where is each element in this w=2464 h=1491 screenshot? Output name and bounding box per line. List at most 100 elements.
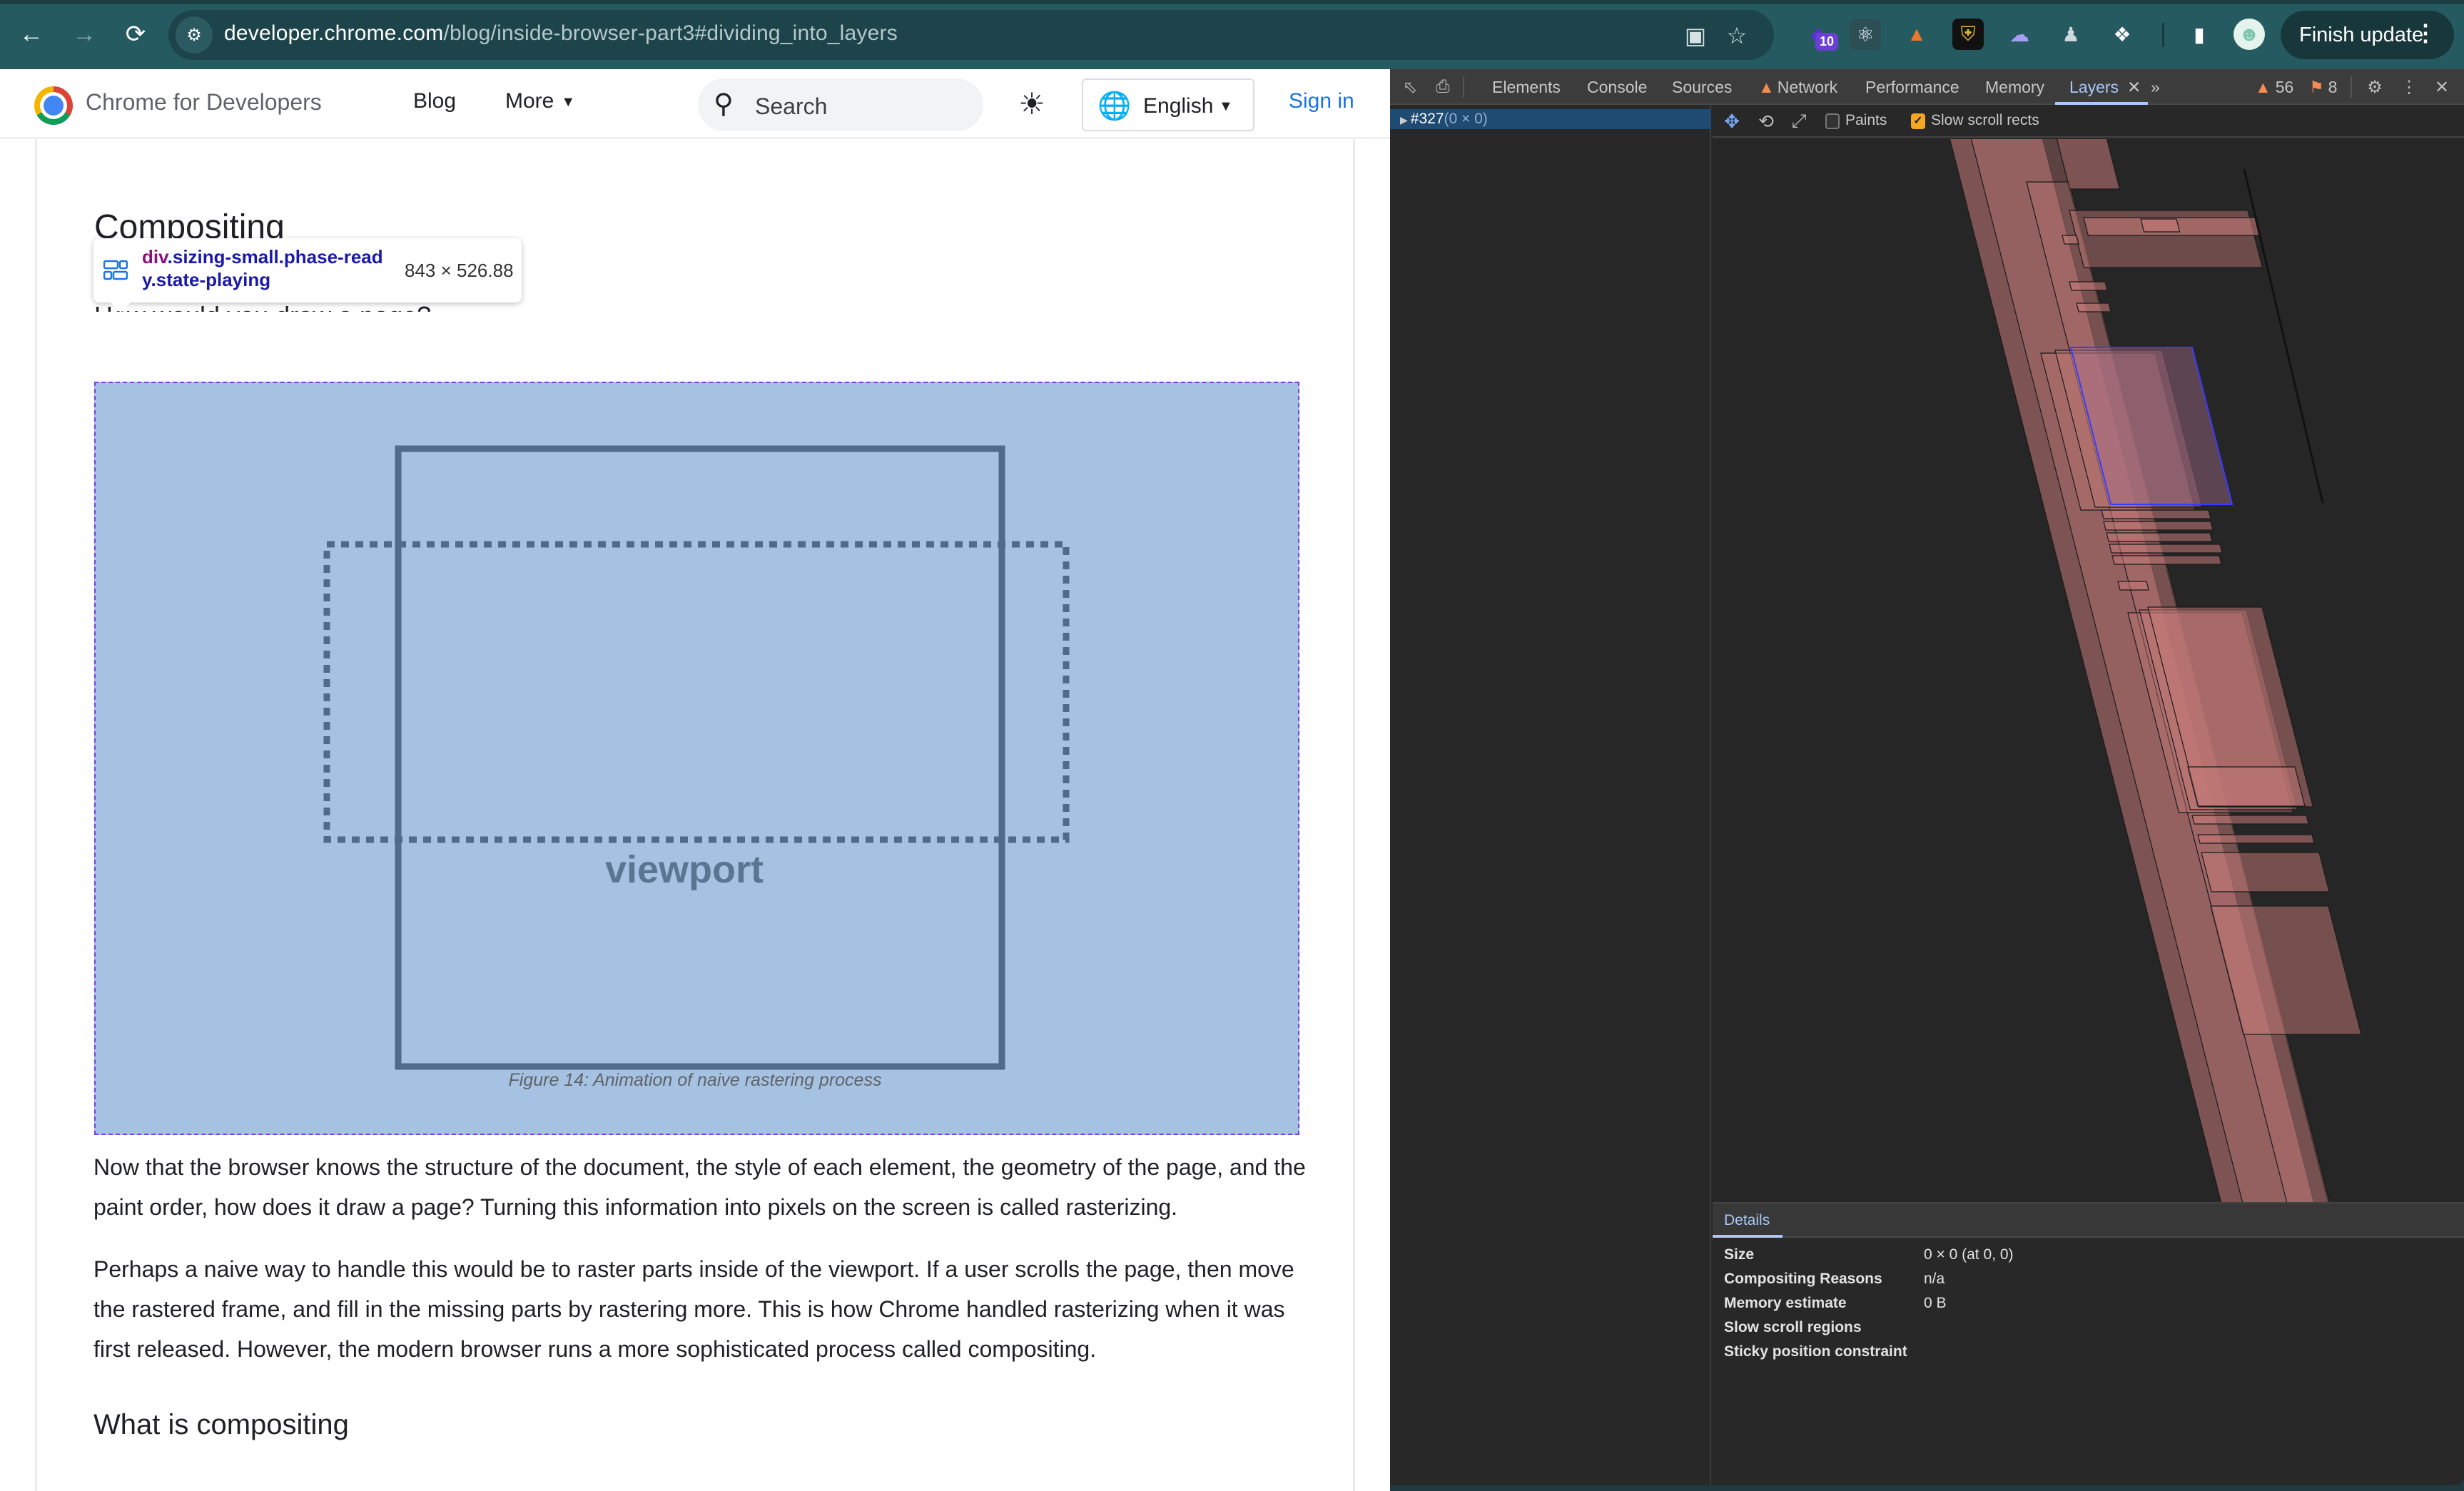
detail-value: n/a <box>1924 1271 1945 1287</box>
figure-diagram: viewport <box>323 445 1070 1070</box>
inspect-element-button[interactable]: ⬁ <box>1397 75 1423 99</box>
settings-button[interactable]: ⚙ <box>2362 75 2388 99</box>
rotate-mode-button[interactable]: ⟲ <box>1754 109 1778 133</box>
extension-badge: 10 <box>1815 33 1839 51</box>
more-tabs-button[interactable]: » <box>2151 78 2160 97</box>
fox-icon: ▲ <box>1907 23 1927 45</box>
address-bar[interactable]: ⚙ developer.chrome.com/blog/inside-brows… <box>168 10 1774 60</box>
search-input[interactable]: ⚲ Search <box>698 78 983 131</box>
tab-details[interactable]: Details <box>1724 1212 1770 1229</box>
tab-elements[interactable]: Elements <box>1492 78 1561 97</box>
side-panel-button[interactable]: ▮ <box>2184 19 2215 50</box>
reset-transform-button[interactable]: ⤢ <box>1787 109 1811 133</box>
tab-strip-edge <box>0 0 2464 4</box>
pan-mode-button[interactable]: ✥ <box>1720 109 1744 133</box>
slow-scroll-rects-checkbox[interactable]: ✓ <box>1911 113 1925 129</box>
tune-icon: ⚙ <box>186 25 202 45</box>
finish-update-button[interactable]: Finish update ⋮ <box>2281 11 2454 59</box>
layer-text-row[interactable] <box>2197 834 2315 844</box>
extension-1-button[interactable]: ◆ 10 <box>1803 19 1839 51</box>
avatar-icon: ☻ <box>2239 23 2260 45</box>
warnings-counter[interactable]: ▲ 56 <box>2255 78 2293 97</box>
layer-scrollbar <box>2243 168 2324 504</box>
nav-more-dropdown[interactable]: More ▼ <box>505 89 575 113</box>
viewport-label: viewport <box>605 848 764 891</box>
globe-icon: 🌐 <box>1097 91 1132 121</box>
layer-small[interactable] <box>2117 581 2149 591</box>
chrome-logo-icon[interactable] <box>34 86 73 125</box>
lion-shield-icon: ⛨ <box>1960 22 1976 45</box>
tooltip-classes: .sizing-small.phase-ready.state-playing <box>142 246 383 290</box>
layers-3d-canvas[interactable] <box>1713 139 2464 1271</box>
bookmark-button[interactable]: ☆ <box>1721 20 1753 51</box>
browser-toolbar: ← → ⟳ ⚙ developer.chrome.com/blog/inside… <box>0 0 2464 69</box>
metamask-button[interactable]: ▲ <box>1901 19 1932 50</box>
tab-network[interactable]: ▲ Network <box>1758 78 1837 97</box>
language-select[interactable]: 🌐 English ▼ <box>1082 78 1254 131</box>
install-app-icon: ▣ <box>1684 23 1707 49</box>
paints-checkbox[interactable] <box>1825 113 1840 129</box>
sun-icon: ☀ <box>1018 86 1045 121</box>
warning-icon: ▲ <box>1758 78 1775 96</box>
close-tab-icon[interactable]: ✕ <box>2127 78 2141 96</box>
layout-grid-icon <box>103 260 128 280</box>
issues-counter[interactable]: ⚑ 8 <box>2309 78 2337 97</box>
layer-nav-item[interactable] <box>2140 218 2181 233</box>
extension-lion-button[interactable]: ⛨ <box>1952 19 1984 50</box>
tab-layers[interactable]: Layers ✕ <box>2069 78 2141 97</box>
install-app-button[interactable]: ▣ <box>1680 20 1711 51</box>
astronaut-icon: ♟ <box>2062 23 2080 46</box>
site-info-button[interactable]: ⚙ <box>176 16 213 54</box>
kebab-menu-icon[interactable]: ⋮ <box>2414 19 2437 46</box>
layer-small[interactable] <box>2062 235 2079 245</box>
device-toolbar-button[interactable]: ⎙ <box>1430 75 1456 99</box>
react-devtools-button[interactable]: ⚛ <box>1850 19 1881 50</box>
url-text[interactable]: developer.chrome.com/blog/inside-browser… <box>224 21 898 46</box>
layer-tree-row-selected[interactable]: ▶ #327(0 × 0) <box>1390 109 1711 129</box>
devtools-panel: ⬁ ⎙ Elements Console Sources ▲ Network Pe… <box>1390 69 2464 1485</box>
site-brand[interactable]: Chrome for Developers <box>86 89 322 116</box>
tab-sources[interactable]: Sources <box>1672 78 1732 97</box>
layers-3d-view[interactable] <box>1713 139 2464 1271</box>
extensions-menu-button[interactable]: ❖ <box>2106 19 2138 50</box>
back-button[interactable]: ← <box>13 16 50 53</box>
slow-scroll-rects-label: Slow scroll rects <box>1931 112 2039 128</box>
search-icon: ⚲ <box>714 89 734 119</box>
layer-text-row[interactable] <box>2106 532 2213 542</box>
devtools-menu-button[interactable]: ⋮ <box>2396 75 2422 99</box>
layer-text-row[interactable] <box>2191 815 2309 825</box>
profile-avatar-button[interactable]: ☻ <box>2234 19 2265 50</box>
tab-console[interactable]: Console <box>1587 78 1647 97</box>
subheading: What is compositing <box>93 1409 349 1440</box>
close-icon: ✕ <box>2434 77 2450 97</box>
extension-ghost-button[interactable]: ☁ <box>2004 19 2035 50</box>
layer-small[interactable] <box>2076 302 2111 312</box>
expand-triangle-icon[interactable]: ▶ <box>1400 114 1408 126</box>
layer-block[interactable] <box>2201 852 2330 892</box>
reload-button[interactable]: ⟳ <box>117 16 154 53</box>
sign-in-link[interactable]: Sign in <box>1289 89 1354 113</box>
tab-memory[interactable]: Memory <box>1985 78 2044 97</box>
issues-count: 8 <box>2328 78 2338 96</box>
layer-text-row[interactable] <box>2111 555 2222 565</box>
tab-performance[interactable]: Performance <box>1865 78 1959 97</box>
extension-astronaut-button[interactable]: ♟ <box>2055 19 2087 50</box>
layer-text-row[interactable] <box>2101 509 2211 519</box>
search-placeholder: Search <box>755 93 828 119</box>
tooltip-tag: div <box>142 246 168 268</box>
layer-small[interactable] <box>2069 281 2108 291</box>
layer-text-row[interactable] <box>2103 521 2214 531</box>
paragraph: Perhaps a naive way to handle this would… <box>93 1256 1294 1362</box>
toolbar-divider <box>2162 23 2164 47</box>
layer-text-row[interactable] <box>2109 544 2223 554</box>
device-icon: ⎙ <box>1436 77 1450 96</box>
forward-button[interactable]: → <box>66 16 103 53</box>
theme-toggle-button[interactable]: ☀ <box>1013 85 1050 122</box>
finish-update-label: Finish update <box>2299 23 2424 46</box>
kebab-menu-icon: ⋮ <box>2400 77 2418 97</box>
url-path: /blog/inside-browser-part3#dividing_into… <box>443 21 898 45</box>
detail-key: Sticky position constraint <box>1724 1343 1907 1360</box>
layer-block[interactable] <box>2187 766 2306 807</box>
nav-blog-link[interactable]: Blog <box>413 89 456 113</box>
close-devtools-button[interactable]: ✕ <box>2429 75 2455 99</box>
